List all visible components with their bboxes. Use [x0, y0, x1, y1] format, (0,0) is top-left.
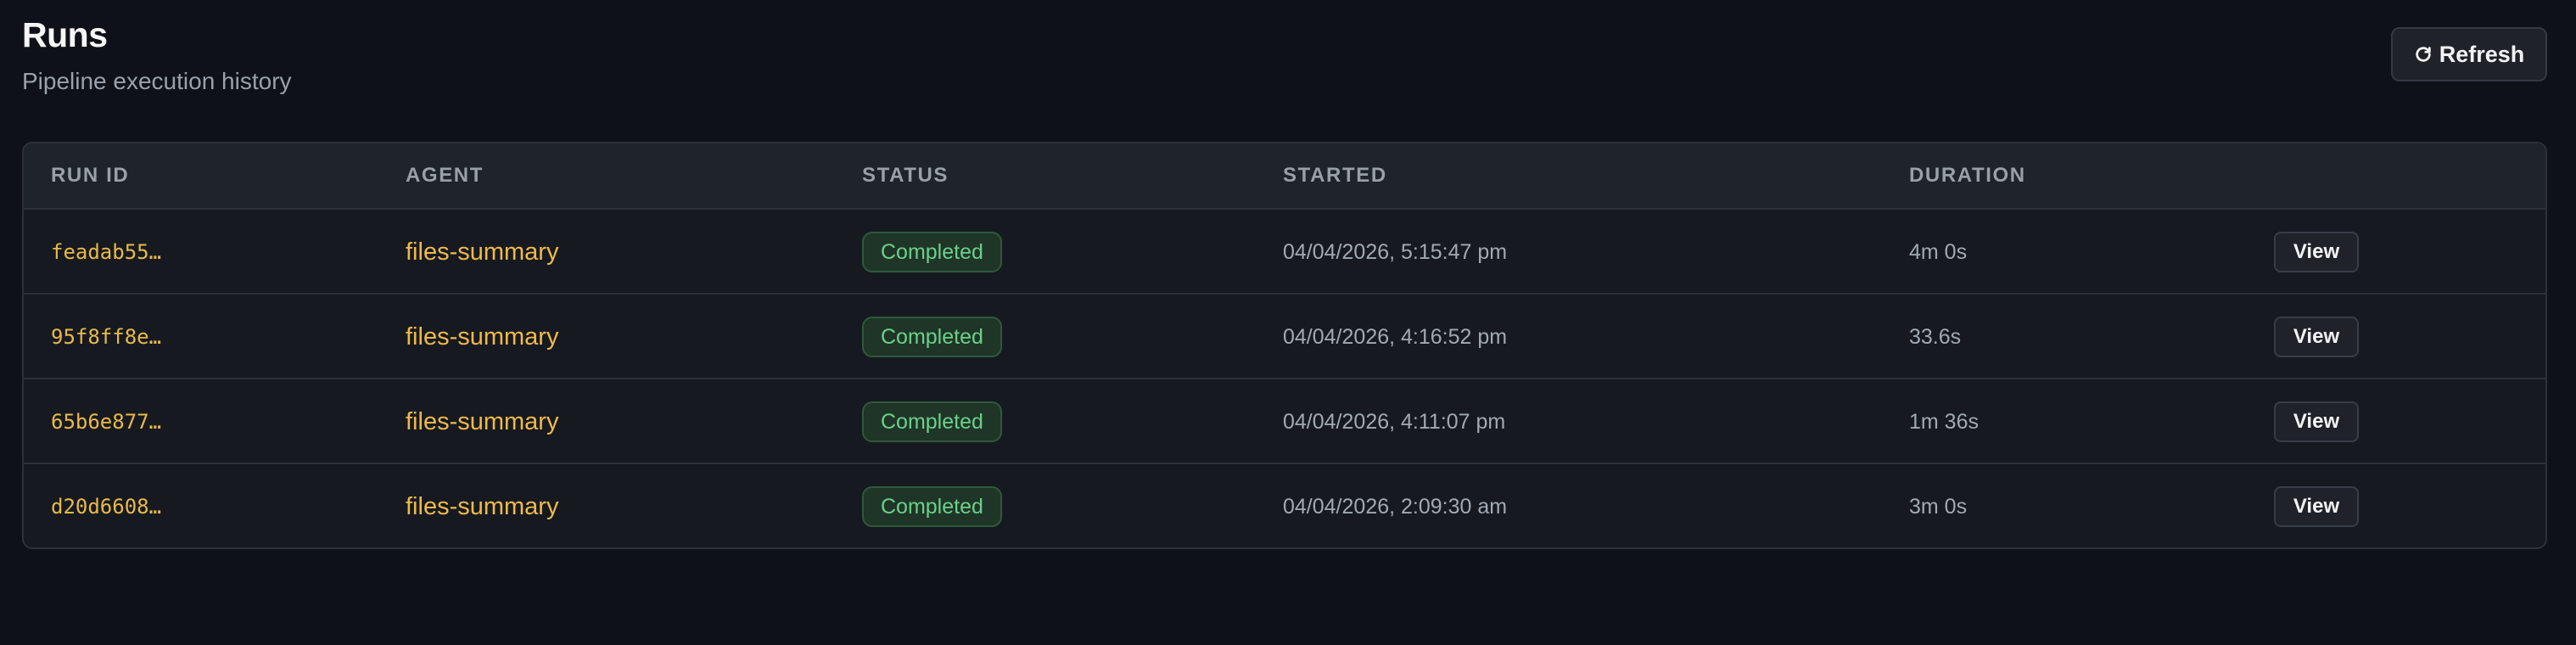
- column-header-started: STARTED: [1283, 164, 1387, 187]
- page-subtitle: Pipeline execution history: [22, 68, 292, 94]
- agent-link[interactable]: files-summary: [406, 323, 558, 351]
- started-time: 04/04/2026, 5:15:47 pm: [1283, 239, 1508, 264]
- column-header-agent: AGENT: [406, 164, 484, 187]
- runs-table: RUN ID AGENT STATUS STARTED DURATION fea…: [22, 142, 2547, 549]
- view-button[interactable]: View: [2274, 401, 2359, 442]
- table-row: 95f8ff8e… files-summary Completed 04/04/…: [24, 294, 2545, 379]
- view-button[interactable]: View: [2274, 317, 2359, 357]
- table-row: d20d6608… files-summary Completed 04/04/…: [24, 464, 2545, 547]
- column-header-duration: DURATION: [1909, 164, 2026, 187]
- refresh-icon: [2414, 45, 2433, 64]
- duration: 33.6s: [1909, 324, 1962, 349]
- table-row: 65b6e877… files-summary Completed 04/04/…: [24, 379, 2545, 464]
- started-time: 04/04/2026, 2:09:30 am: [1283, 494, 1508, 519]
- status-badge: Completed: [862, 232, 1002, 272]
- run-id: d20d6608…: [51, 495, 162, 519]
- page-title: Runs: [22, 15, 108, 54]
- table-header: RUN ID AGENT STATUS STARTED DURATION: [24, 143, 2545, 210]
- duration: 4m 0s: [1909, 239, 1968, 264]
- agent-link[interactable]: files-summary: [406, 238, 558, 266]
- started-time: 04/04/2026, 4:16:52 pm: [1283, 324, 1508, 349]
- run-id: 65b6e877…: [51, 410, 162, 434]
- started-time: 04/04/2026, 4:11:07 pm: [1283, 409, 1506, 434]
- table-row: feadab55… files-summary Completed 04/04/…: [24, 210, 2545, 294]
- column-header-run-id: RUN ID: [51, 164, 130, 187]
- column-header-status: STATUS: [862, 164, 949, 187]
- refresh-button[interactable]: Refresh: [2391, 27, 2547, 81]
- run-id: feadab55…: [51, 240, 162, 264]
- view-button[interactable]: View: [2274, 486, 2359, 527]
- duration: 3m 0s: [1909, 494, 1968, 519]
- status-badge: Completed: [862, 401, 1002, 442]
- status-badge: Completed: [862, 317, 1002, 357]
- status-badge: Completed: [862, 486, 1002, 527]
- agent-link[interactable]: files-summary: [406, 493, 558, 521]
- view-button[interactable]: View: [2274, 232, 2359, 272]
- page-header: Runs Pipeline execution history Refresh: [22, 12, 2547, 105]
- duration: 1m 36s: [1909, 409, 1979, 434]
- run-id: 95f8ff8e…: [51, 325, 162, 349]
- refresh-label: Refresh: [2439, 41, 2525, 67]
- agent-link[interactable]: files-summary: [406, 408, 558, 436]
